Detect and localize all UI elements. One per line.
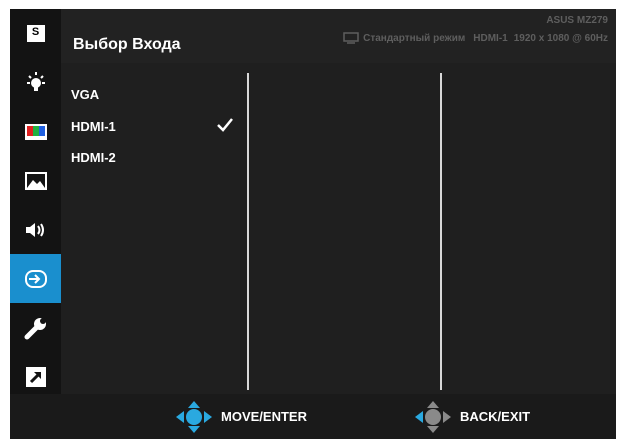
s-icon-letter: S	[31, 26, 40, 38]
sidebar-item-input-select[interactable]	[10, 254, 61, 303]
option-vga[interactable]: VGA	[71, 87, 99, 102]
header: Выбор Входа ASUS MZ279 Стандартный режим…	[61, 9, 616, 63]
back-exit-label: BACK/EXIT	[460, 409, 531, 424]
resolution-label: 1920 x 1080 @ 60Hz	[513, 32, 608, 44]
joystick-blue-icon	[176, 400, 212, 433]
sidebar-item-color[interactable]	[10, 107, 61, 156]
osd-window: S Выбор Входа ASUS MZ279 Стандартный реж…	[10, 9, 616, 439]
footer: MOVE/ENTER BACK/EXIT	[10, 394, 616, 439]
option-hdmi-1[interactable]: HDMI-1	[71, 119, 116, 134]
sidebar-item-sound[interactable]	[10, 205, 61, 254]
sidebar-item-splendid[interactable]: S	[10, 9, 61, 58]
checkmark-icon	[217, 118, 233, 132]
sidebar: S	[10, 9, 61, 394]
back-exit-control[interactable]: BACK/EXIT	[414, 394, 530, 439]
page-title: Выбор Входа	[73, 36, 181, 53]
option-hdmi-2[interactable]: HDMI-2	[71, 150, 116, 165]
monitor-icon	[343, 32, 359, 44]
color-bars-icon	[24, 123, 47, 140]
s-icon: S	[26, 25, 45, 42]
sidebar-item-blue-light-filter[interactable]	[10, 58, 61, 107]
shortcut-icon	[25, 366, 46, 387]
column-divider	[440, 73, 442, 390]
image-icon	[24, 171, 47, 190]
sidebar-item-image[interactable]	[10, 156, 61, 205]
wrench-icon	[24, 317, 46, 339]
option-label: HDMI-1	[71, 119, 116, 134]
options-panel: VGA HDMI-1 HDMI-2	[61, 63, 616, 394]
mode-label: Стандартный режим	[363, 32, 466, 44]
speaker-icon	[25, 222, 44, 237]
move-enter-control[interactable]: MOVE/ENTER	[175, 394, 307, 439]
move-enter-label: MOVE/ENTER	[221, 409, 307, 424]
status-bar: Стандартный режим HDMI-1 1920 x 1080 @ 6…	[343, 32, 608, 44]
joystick-left-icon	[415, 400, 451, 433]
input-icon	[24, 269, 47, 288]
column-divider	[247, 73, 249, 390]
model-name: ASUS MZ279	[546, 15, 608, 26]
input-label: HDMI-1	[473, 32, 508, 44]
sidebar-item-system-setup[interactable]	[10, 303, 61, 352]
bulb-icon	[26, 71, 45, 91]
